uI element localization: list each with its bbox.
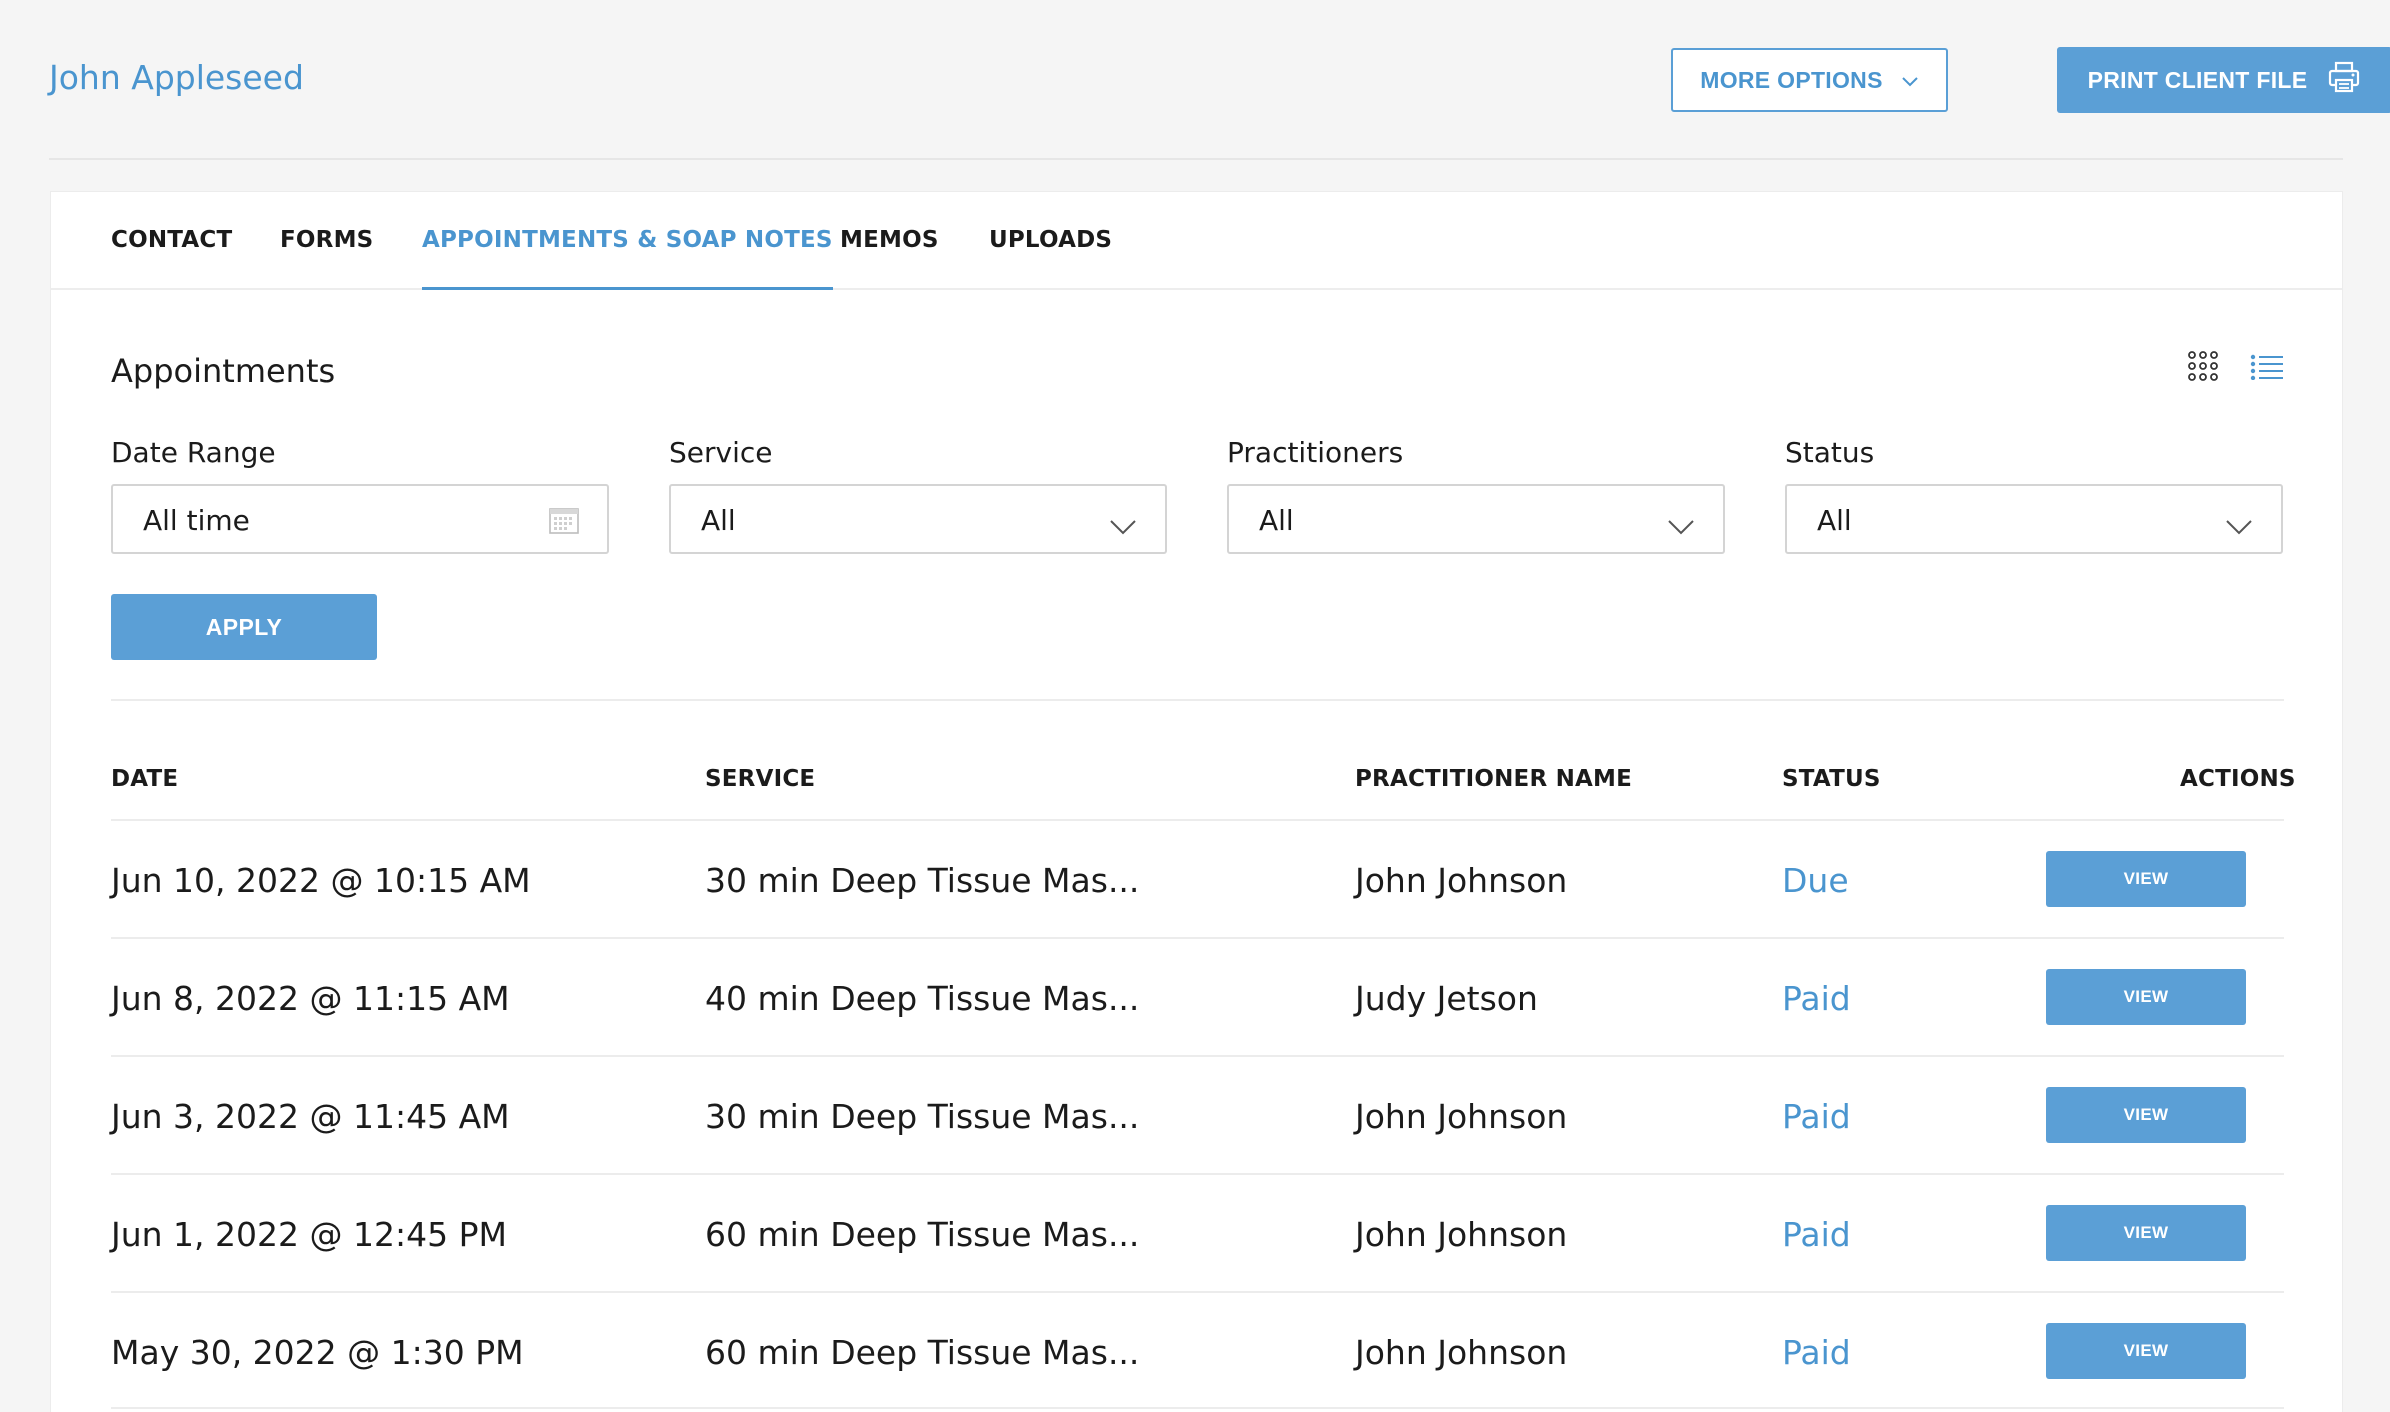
client-name: John Appleseed <box>49 58 304 97</box>
chevron-down-icon <box>1109 510 1137 543</box>
filter-divider <box>111 699 2284 701</box>
row-service: 30 min Deep Tissue Mas... <box>705 1097 1140 1136</box>
client-file-page: John Appleseed MORE OPTIONS PRINT CLIENT… <box>0 0 2390 1412</box>
service-select[interactable]: All <box>669 484 1167 554</box>
tab-bar: CONTACT FORMS APPOINTMENTS & SOAP NOTES … <box>51 192 2342 290</box>
row-practitioner: Judy Jetson <box>1355 979 1538 1018</box>
chevron-down-icon <box>1667 510 1695 543</box>
chevron-down-icon <box>2225 510 2253 543</box>
view-button[interactable]: VIEW <box>2046 969 2246 1025</box>
client-file-card: CONTACT FORMS APPOINTMENTS & SOAP NOTES … <box>50 191 2343 1412</box>
calendar-icon <box>549 506 579 541</box>
date-range-input[interactable]: All time <box>111 484 609 554</box>
print-client-file-label: PRINT CLIENT FILE <box>2087 66 2308 93</box>
status-value: All <box>1817 504 1852 537</box>
practitioners-label: Practitioners <box>1227 436 1404 469</box>
row-status: Paid <box>1782 1333 1851 1372</box>
tab-memos[interactable]: MEMOS <box>840 192 939 290</box>
row-practitioner: John Johnson <box>1355 1333 1568 1372</box>
date-range-label: Date Range <box>111 436 276 469</box>
table-row: Jun 3, 2022 @ 11:45 AM 30 min Deep Tissu… <box>111 1055 2284 1173</box>
table-row: May 30, 2022 @ 1:30 PM 60 min Deep Tissu… <box>111 1291 2284 1409</box>
practitioners-select[interactable]: All <box>1227 484 1725 554</box>
service-value: All <box>701 504 736 537</box>
table-row: Jun 8, 2022 @ 11:15 AM 40 min Deep Tissu… <box>111 937 2284 1055</box>
apply-button[interactable]: APPLY <box>111 594 377 660</box>
view-button[interactable]: VIEW <box>2046 1205 2246 1261</box>
service-label: Service <box>669 436 773 469</box>
column-header-service: SERVICE <box>705 766 816 792</box>
row-date: Jun 8, 2022 @ 11:15 AM <box>111 979 510 1018</box>
more-options-button[interactable]: MORE OPTIONS <box>1671 48 1948 112</box>
row-service: 60 min Deep Tissue Mas... <box>705 1333 1140 1372</box>
column-header-status: STATUS <box>1782 766 1881 792</box>
grid-view-icon[interactable] <box>2187 350 2219 386</box>
tab-uploads[interactable]: UPLOADS <box>989 192 1112 290</box>
more-options-label: MORE OPTIONS <box>1700 66 1883 93</box>
row-practitioner: John Johnson <box>1355 861 1568 900</box>
view-button[interactable]: VIEW <box>2046 851 2246 907</box>
row-status: Paid <box>1782 1215 1851 1254</box>
column-header-practitioner: PRACTITIONER NAME <box>1355 766 1633 792</box>
section-title: Appointments <box>111 352 336 390</box>
row-status: Due <box>1782 861 1849 900</box>
page-header: John Appleseed MORE OPTIONS PRINT CLIENT… <box>49 0 2390 160</box>
row-status: Paid <box>1782 1097 1851 1136</box>
row-date: Jun 3, 2022 @ 11:45 AM <box>111 1097 510 1136</box>
tab-appointments-soap-notes[interactable]: APPOINTMENTS & SOAP NOTES <box>422 192 833 290</box>
row-service: 30 min Deep Tissue Mas... <box>705 861 1140 900</box>
row-practitioner: John Johnson <box>1355 1215 1568 1254</box>
row-practitioner: John Johnson <box>1355 1097 1568 1136</box>
printer-icon <box>2327 60 2361 100</box>
view-button[interactable]: VIEW <box>2046 1087 2246 1143</box>
date-range-value: All time <box>143 504 250 537</box>
status-select[interactable]: All <box>1785 484 2283 554</box>
status-label: Status <box>1785 436 1875 469</box>
row-service: 40 min Deep Tissue Mas... <box>705 979 1140 1018</box>
row-date: May 30, 2022 @ 1:30 PM <box>111 1333 524 1372</box>
column-header-date: DATE <box>111 766 179 792</box>
print-client-file-button[interactable]: PRINT CLIENT FILE <box>2057 47 2390 113</box>
row-status: Paid <box>1782 979 1851 1018</box>
row-date: Jun 1, 2022 @ 12:45 PM <box>111 1215 507 1254</box>
tab-contact[interactable]: CONTACT <box>111 192 232 290</box>
table-row: Jun 1, 2022 @ 12:45 PM 60 min Deep Tissu… <box>111 1173 2284 1291</box>
chevron-down-icon <box>1901 67 1919 94</box>
list-view-icon[interactable] <box>2250 354 2284 384</box>
practitioners-value: All <box>1259 504 1294 537</box>
row-service: 60 min Deep Tissue Mas... <box>705 1215 1140 1254</box>
column-header-actions: ACTIONS <box>2180 766 2296 792</box>
table-row: Jun 10, 2022 @ 10:15 AM 30 min Deep Tiss… <box>111 819 2284 937</box>
view-button[interactable]: VIEW <box>2046 1323 2246 1379</box>
tab-forms[interactable]: FORMS <box>280 192 373 290</box>
row-date: Jun 10, 2022 @ 10:15 AM <box>111 861 531 900</box>
